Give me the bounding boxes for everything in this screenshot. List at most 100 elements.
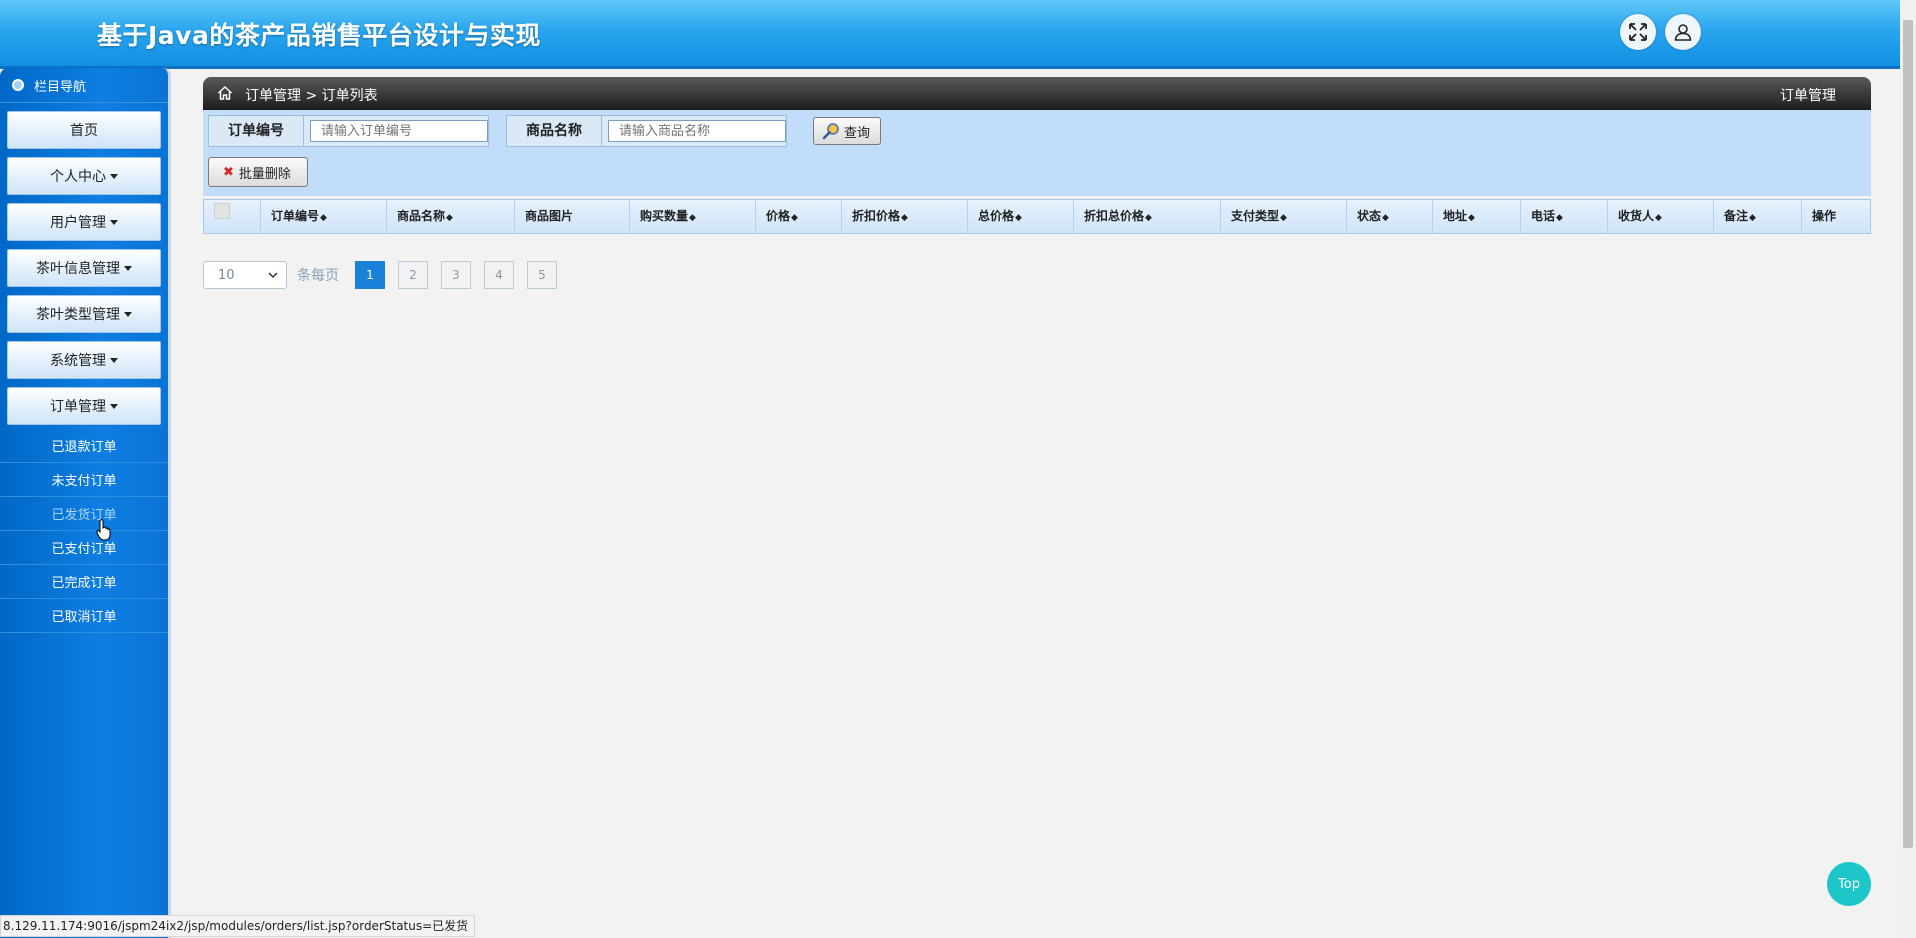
column-header[interactable]: 商品名称◆ bbox=[387, 200, 515, 233]
submenu-item[interactable]: 已取消订单 bbox=[0, 599, 168, 633]
goods-name-input[interactable] bbox=[608, 120, 786, 142]
status-bar-url: 8.129.11.174:9016/jspm24ix2/jsp/modules/… bbox=[0, 915, 476, 937]
sidebar-item-menu-1[interactable]: 个人中心 bbox=[7, 157, 161, 195]
column-header[interactable]: 购买数量◆ bbox=[630, 200, 756, 233]
order-no-label: 订单编号 bbox=[209, 116, 304, 146]
caret-down-icon bbox=[124, 265, 132, 271]
sidebar-item-label: 茶叶信息管理 bbox=[36, 261, 120, 277]
chevron-down-icon bbox=[268, 272, 278, 278]
user-icon bbox=[1674, 24, 1692, 41]
sort-icon: ◆ bbox=[901, 213, 908, 223]
column-header-label: 收货人 bbox=[1618, 209, 1655, 223]
sort-icon: ◆ bbox=[791, 213, 798, 223]
batch-delete-button[interactable]: ✖ 批量删除 bbox=[208, 157, 308, 187]
query-button-label: 查询 bbox=[844, 125, 871, 141]
sidebar-item-label: 系统管理 bbox=[50, 353, 106, 369]
submenu-item[interactable]: 已支付订单 bbox=[0, 531, 168, 565]
column-header[interactable]: 订单编号◆ bbox=[261, 200, 387, 233]
column-header[interactable]: 总价格◆ bbox=[968, 200, 1074, 233]
fullscreen-button[interactable] bbox=[1620, 14, 1656, 50]
sidebar-item-menu-6[interactable]: 订单管理 bbox=[7, 387, 161, 425]
submenu-item[interactable]: 已退款订单 bbox=[0, 429, 168, 463]
page-button[interactable]: 4 bbox=[484, 261, 514, 289]
sort-icon: ◆ bbox=[1015, 213, 1022, 223]
column-header-label: 购买数量 bbox=[640, 209, 689, 223]
user-button[interactable] bbox=[1665, 14, 1701, 50]
sidebar-item-menu-2[interactable]: 用户管理 bbox=[7, 203, 161, 241]
order-no-input[interactable] bbox=[310, 120, 488, 142]
column-header-label: 商品名称 bbox=[397, 209, 446, 223]
search-panel: 订单编号 商品名称 查询 ✖ 批量删除 bbox=[203, 110, 1871, 196]
sort-icon: ◆ bbox=[446, 213, 453, 223]
home-icon[interactable] bbox=[217, 85, 233, 101]
sidebar-item-menu-5[interactable]: 系统管理 bbox=[7, 341, 161, 379]
select-all-checkbox[interactable] bbox=[214, 203, 230, 219]
column-header[interactable]: 地址◆ bbox=[1433, 200, 1521, 233]
column-header[interactable]: 价格◆ bbox=[756, 200, 842, 233]
column-header-label: 折扣价格 bbox=[852, 209, 901, 223]
sidebar-item-label: 首页 bbox=[70, 123, 98, 139]
sidebar: 栏目导航 首页个人中心用户管理茶叶信息管理 茶叶类型管理 系统管理订单管理 已退款订… bbox=[0, 68, 171, 938]
column-header-label: 总价格 bbox=[978, 209, 1015, 223]
hand-cursor-icon bbox=[96, 519, 111, 541]
per-page-label: 条每页 bbox=[297, 268, 339, 284]
column-header[interactable]: 电话◆ bbox=[1521, 200, 1608, 233]
sidebar-item-label: 个人中心 bbox=[50, 169, 106, 185]
submenu-item[interactable]: 已发货订单 bbox=[0, 497, 168, 531]
sort-icon: ◆ bbox=[689, 213, 696, 223]
goods-name-label: 商品名称 bbox=[507, 116, 602, 146]
column-header[interactable]: 收货人◆ bbox=[1608, 200, 1714, 233]
caret-down-icon bbox=[110, 173, 118, 179]
pagination: 10 条每页 12345 bbox=[203, 261, 557, 289]
column-header: 商品图片 bbox=[515, 200, 630, 233]
batch-delete-label: 批量删除 bbox=[238, 166, 291, 182]
column-header[interactable]: 支付类型◆ bbox=[1221, 200, 1347, 233]
column-header-label: 电话 bbox=[1531, 209, 1556, 223]
nav-dot-icon bbox=[12, 79, 24, 91]
sidebar-item-menu-3[interactable]: 茶叶信息管理 bbox=[7, 249, 161, 287]
back-to-top-button[interactable]: Top bbox=[1827, 862, 1871, 906]
sidebar-menu: 首页个人中心用户管理茶叶信息管理 茶叶类型管理 系统管理订单管理 bbox=[0, 111, 168, 425]
caret-down-icon bbox=[124, 311, 132, 317]
column-header[interactable]: 状态◆ bbox=[1347, 200, 1433, 233]
select-all-cell bbox=[204, 200, 261, 233]
sidebar-item-label: 茶叶类型管理 bbox=[36, 307, 120, 323]
column-header-label: 备注 bbox=[1724, 209, 1749, 223]
caret-down-icon bbox=[110, 357, 118, 363]
column-header-label: 价格 bbox=[766, 209, 791, 223]
expand-icon bbox=[1629, 23, 1647, 41]
page-size-value: 10 bbox=[218, 267, 235, 283]
order-table-header: 订单编号◆ 商品名称◆ 商品图片 购买数量◆ 价格◆ 折扣价格◆ 总价格◆ 折扣总价格◆ 支付类… bbox=[203, 199, 1871, 234]
page-button[interactable]: 1 bbox=[355, 261, 385, 289]
sort-icon: ◆ bbox=[1468, 213, 1475, 223]
column-header[interactable]: 折扣总价格◆ bbox=[1074, 200, 1221, 233]
sidebar-item-label: 用户管理 bbox=[50, 215, 106, 231]
page-size-select[interactable]: 10 bbox=[203, 261, 287, 289]
page-button[interactable]: 2 bbox=[398, 261, 428, 289]
sidebar-header: 栏目导航 bbox=[0, 68, 168, 103]
scrollbar-thumb[interactable] bbox=[1903, 20, 1913, 848]
order-no-field: 订单编号 bbox=[208, 115, 489, 147]
breadcrumb: 订单管理 > 订单列表 bbox=[245, 88, 378, 104]
submenu-item[interactable]: 已完成订单 bbox=[0, 565, 168, 599]
sidebar-item-menu-4[interactable]: 茶叶类型管理 bbox=[7, 295, 161, 333]
page-button[interactable]: 3 bbox=[441, 261, 471, 289]
sidebar-item-home[interactable]: 首页 bbox=[7, 111, 161, 149]
page-scrollbar[interactable] bbox=[1900, 0, 1916, 938]
column-header-label: 地址 bbox=[1443, 209, 1468, 223]
sidebar-header-label: 栏目导航 bbox=[34, 79, 87, 95]
query-button[interactable]: 查询 bbox=[813, 117, 882, 145]
column-header[interactable]: 备注◆ bbox=[1714, 200, 1802, 233]
column-header[interactable]: 折扣价格◆ bbox=[842, 200, 968, 233]
submenu-item[interactable]: 未支付订单 bbox=[0, 463, 168, 497]
breadcrumb-bar: 订单管理 > 订单列表 订单管理 bbox=[203, 77, 1871, 110]
sort-icon: ◆ bbox=[320, 213, 327, 223]
sort-icon: ◆ bbox=[1280, 213, 1287, 223]
column-header-label: 商品图片 bbox=[525, 209, 574, 223]
order-submenu: 已退款订单 未支付订单 已发货订单 已支付订单 已完成订单 已取消订单 bbox=[0, 429, 168, 633]
sort-icon: ◆ bbox=[1382, 213, 1389, 223]
goods-name-field: 商品名称 bbox=[506, 115, 787, 147]
page-button[interactable]: 5 bbox=[527, 261, 557, 289]
column-header-label: 订单编号 bbox=[271, 209, 320, 223]
sort-icon: ◆ bbox=[1556, 213, 1563, 223]
